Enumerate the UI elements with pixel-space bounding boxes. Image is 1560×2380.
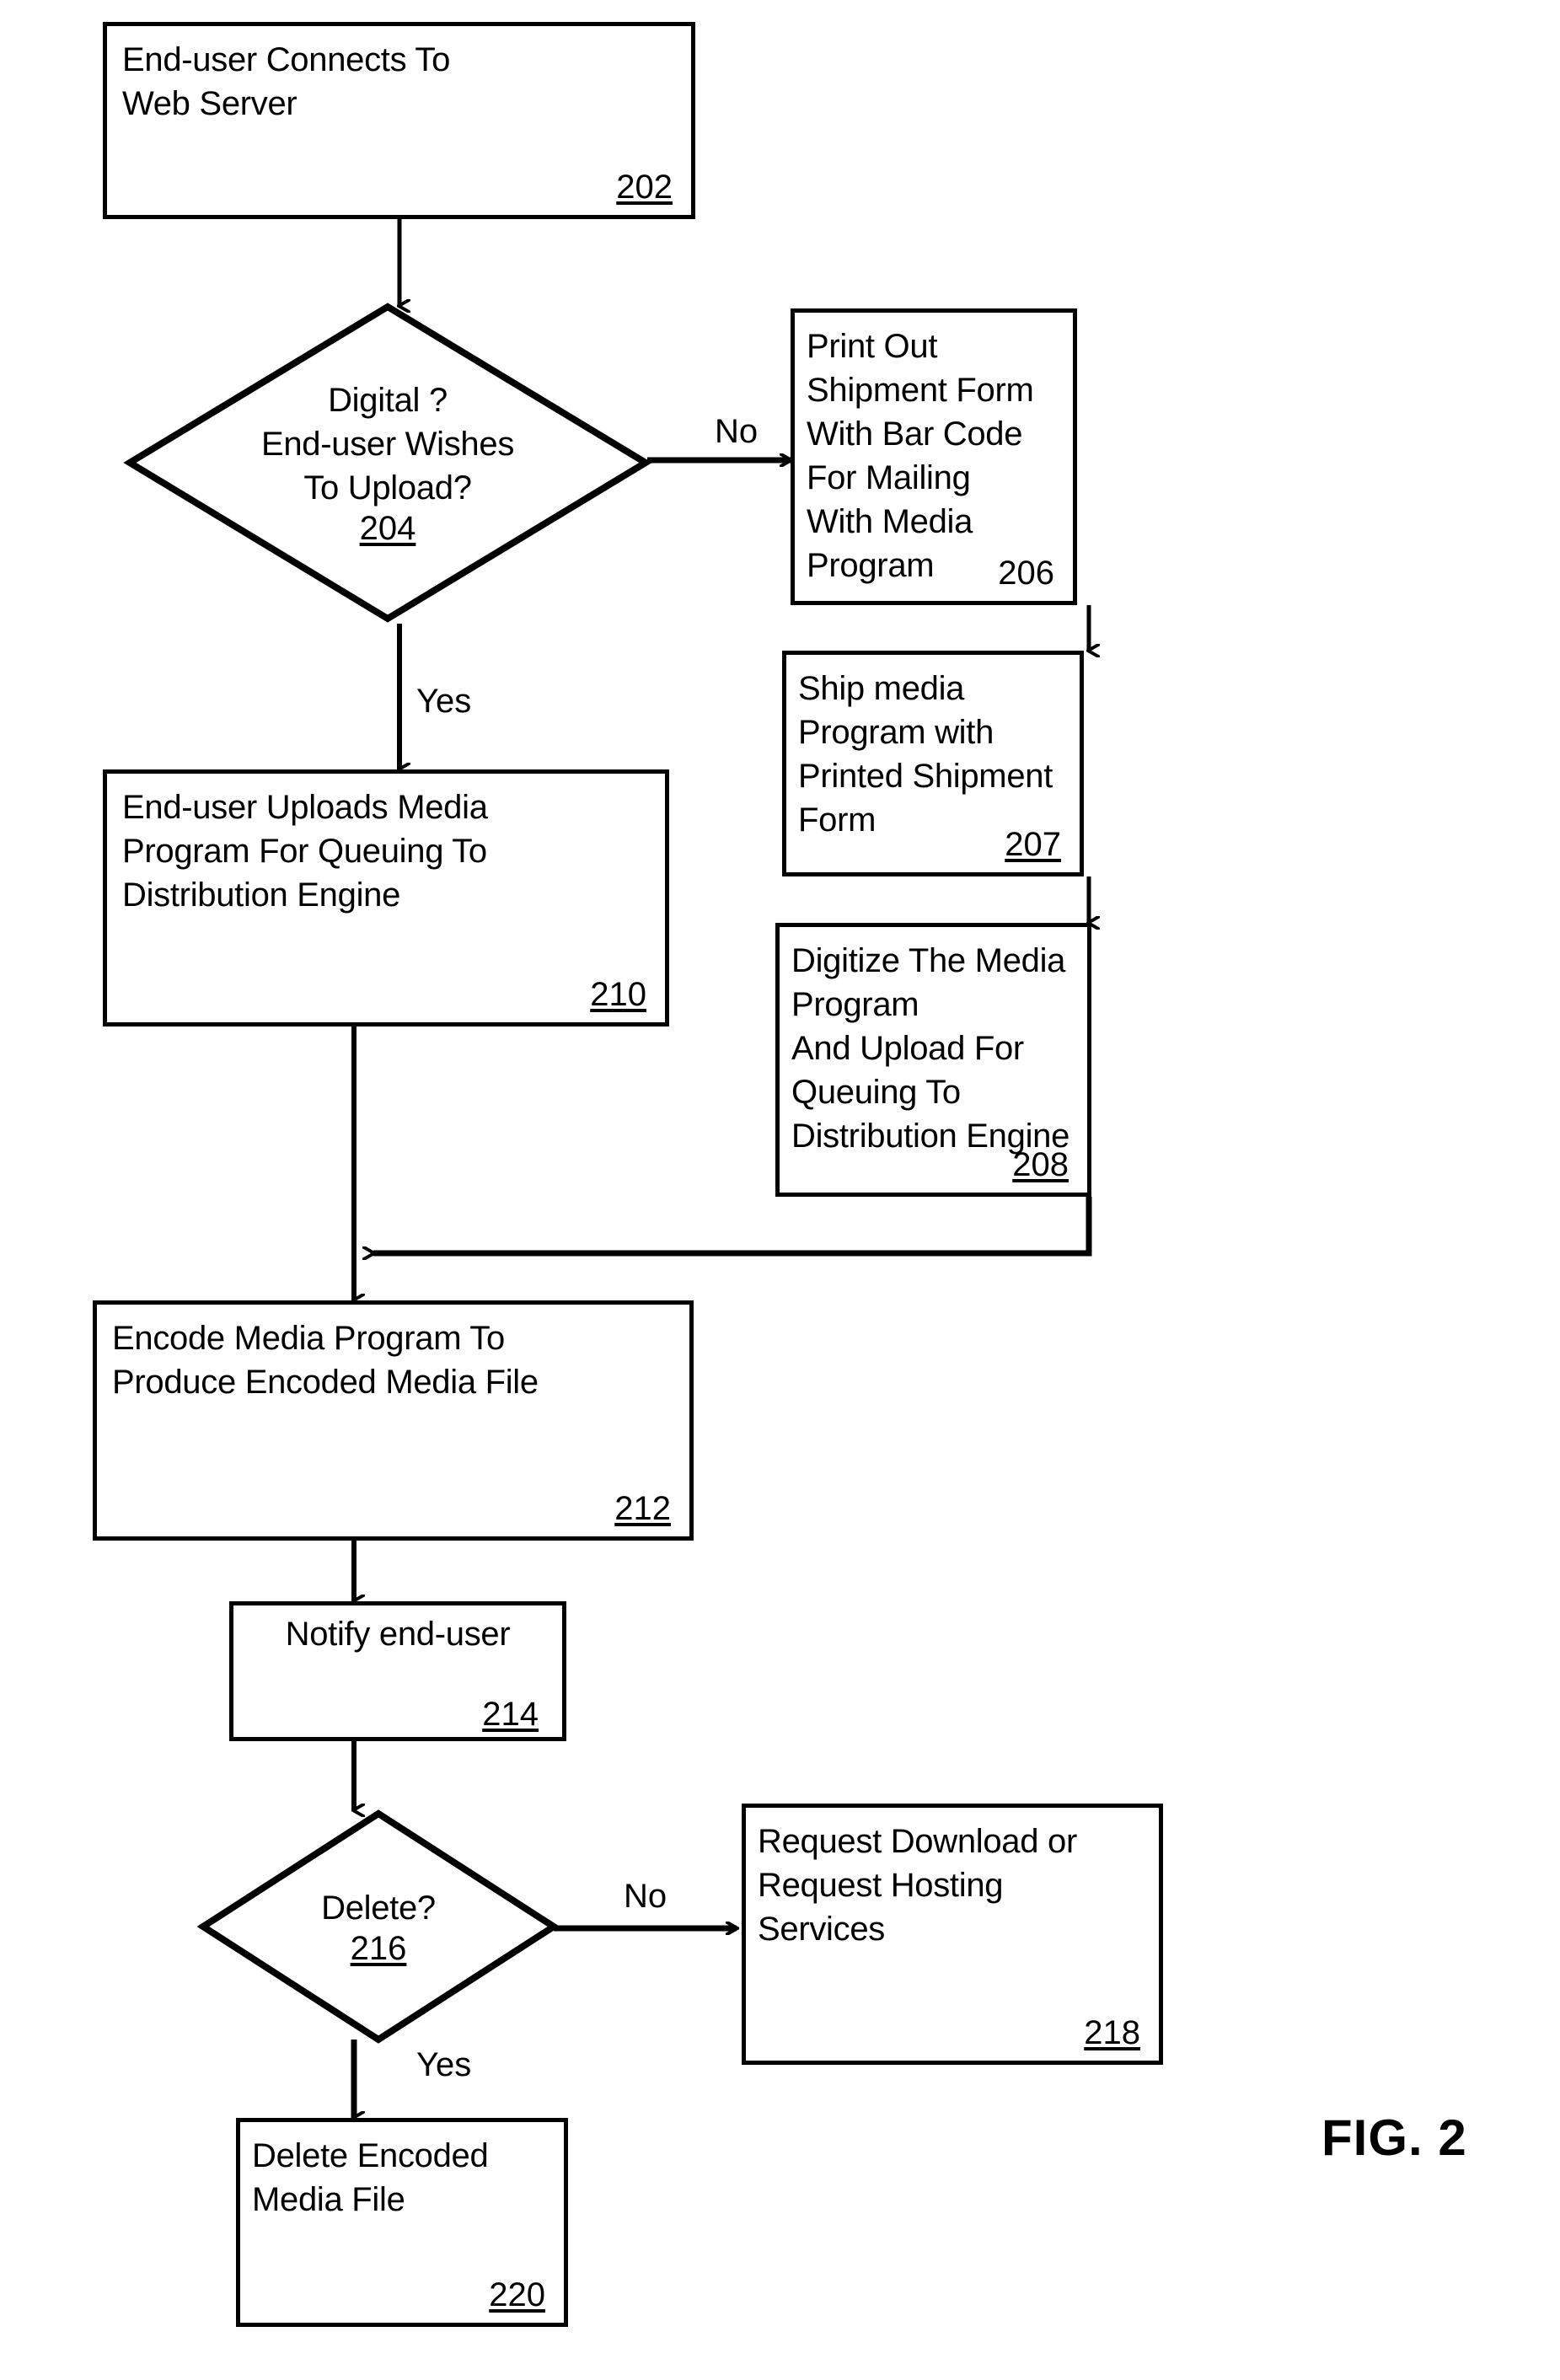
node-207-ref: 207 — [1005, 826, 1061, 863]
patent-figure: End-user Connects To Web Server 202 Digi… — [0, 0, 1560, 2380]
node-204-ref: 204 — [359, 509, 416, 547]
edge-208-merge — [373, 1197, 1092, 1253]
node-218-ref: 218 — [1084, 2014, 1140, 2051]
node-220-delete-encoded-media-file: Delete Encoded Media File 220 — [236, 2118, 568, 2327]
node-206-text: Print Out Shipment Form With Bar Code Fo… — [807, 328, 1034, 584]
node-216-delete-decision: Delete? 216 — [196, 1809, 560, 2044]
node-202-text: End-user Connects To Web Server — [122, 41, 451, 122]
node-218-text: Request Download or Request Hosting Serv… — [758, 1823, 1077, 1948]
node-208-text: Digitize The Media Program And Upload Fo… — [791, 942, 1070, 1155]
node-212-text: Encode Media Program To Produce Encoded … — [112, 1320, 539, 1401]
node-210-text: End-user Uploads Media Program For Queui… — [122, 789, 488, 914]
node-212-ref: 212 — [614, 1490, 671, 1527]
figure-caption: FIG. 2 — [1321, 2109, 1467, 2166]
node-216-text: Delete? — [321, 1890, 436, 1927]
edge-label-delete-no: No — [624, 1878, 667, 1915]
edge-label-digital-no: No — [715, 413, 759, 450]
node-214-notify-end-user: Notify end-user 214 — [229, 1601, 566, 1741]
node-208-digitize-media-program: Digitize The Media Program And Upload Fo… — [775, 923, 1091, 1197]
node-208-ref: 208 — [1012, 1146, 1069, 1183]
node-218-request-download-hosting: Request Download or Request Hosting Serv… — [742, 1804, 1163, 2065]
node-206-print-shipment-form: Print Out Shipment Form With Bar Code Fo… — [791, 308, 1077, 605]
node-207-ship-media-program: Ship media Program with Printed Shipment… — [782, 651, 1084, 876]
node-220-ref: 220 — [489, 2276, 545, 2313]
node-202-ref: 202 — [616, 169, 673, 206]
node-220-text: Delete Encoded Media File — [252, 2137, 489, 2218]
node-214-text: Notify end-user — [285, 1616, 511, 1653]
edge-label-digital-yes: Yes — [416, 683, 472, 720]
node-210-ref: 210 — [590, 976, 646, 1013]
node-214-ref: 214 — [482, 1696, 539, 1733]
node-216-ref: 216 — [350, 1930, 407, 1967]
node-204-text: Digital ? End-user Wishes To Upload? — [260, 381, 515, 507]
node-202-end-user-connects: End-user Connects To Web Server 202 — [103, 22, 695, 219]
node-210-end-user-uploads-media: End-user Uploads Media Program For Queui… — [103, 769, 669, 1027]
node-212-encode-media-program: Encode Media Program To Produce Encoded … — [93, 1300, 694, 1541]
node-206-ref: 206 — [998, 555, 1054, 592]
node-204-digital-decision: Digital ? End-user Wishes To Upload? 204 — [123, 303, 652, 623]
edge-label-delete-yes: Yes — [416, 2046, 472, 2083]
node-207-text: Ship media Program with Printed Shipment… — [798, 670, 1053, 839]
